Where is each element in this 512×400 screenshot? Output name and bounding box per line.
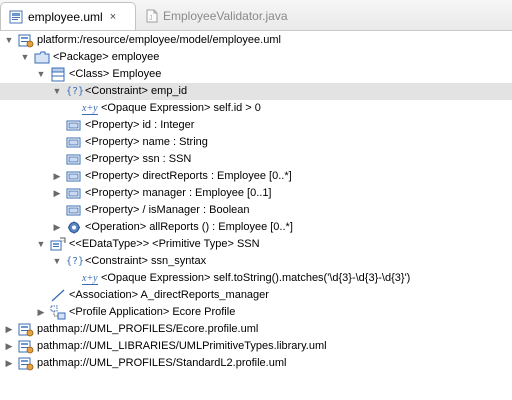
java-file-icon: J — [146, 9, 158, 23]
tree-item-label: <Property> ssn : SSN — [85, 153, 192, 165]
tree-item[interactable]: ▶ pathmap://UML_LIBRARIES/UMLPrimitiveTy… — [0, 338, 512, 355]
expand-arrow-icon[interactable]: ▼ — [20, 51, 30, 64]
tree-item-label: pathmap://UML_LIBRARIES/UMLPrimitiveType… — [37, 340, 327, 352]
tree-item[interactable]: ▼ {?} <Constraint> ssn_syntax — [0, 253, 512, 270]
tree-item-label: <Constraint> emp_id — [85, 85, 188, 97]
tree-item[interactable]: ▶ <Property> directReports : Employee [0… — [0, 168, 512, 185]
tree-item-label: pathmap://UML_PROFILES/StandardL2.profil… — [37, 357, 287, 369]
resource-icon — [18, 33, 34, 48]
close-tab-icon[interactable]: × — [110, 11, 116, 23]
profile-application-icon — [50, 305, 66, 320]
tree-item-label: <Property> name : String — [85, 136, 208, 148]
tree-item-label: <Class> Employee — [69, 68, 162, 80]
tree-item[interactable]: ▶ <Property> manager : Employee [0..1] — [0, 185, 512, 202]
tree-item-label: <Opaque Expression> self.toString().matc… — [101, 272, 411, 284]
tree-item-label: <Association> A_directReports_manager — [69, 289, 269, 301]
primitive-type-icon: << — [50, 237, 66, 252]
tree-item[interactable]: ▶ pathmap://UML_PROFILES/Ecore.profile.u… — [0, 321, 512, 338]
tree-item-label: <Property> / isManager : Boolean — [85, 204, 250, 216]
tab-label: employee.uml — [28, 9, 103, 24]
tree-item[interactable]: ▶ pathmap://UML_PROFILES/StandardL2.prof… — [0, 355, 512, 372]
tree-item-label: platform:/resource/employee/model/employ… — [37, 34, 281, 46]
tree-item[interactable]: <Property> ssn : SSN — [0, 151, 512, 168]
expand-arrow-icon[interactable]: ▼ — [52, 85, 62, 98]
tree-item[interactable]: ▼ platform:/resource/employee/model/empl… — [0, 32, 512, 49]
collapse-arrow-icon[interactable]: ▶ — [52, 170, 62, 183]
tree-item-label: <Property> id : Integer — [85, 119, 195, 131]
operation-icon — [66, 220, 82, 235]
tree-item-label: pathmap://UML_PROFILES/Ecore.profile.uml — [37, 323, 259, 335]
property-icon — [66, 203, 82, 218]
tree-item-label: <Profile Application> Ecore Profile — [69, 306, 236, 318]
property-icon — [66, 135, 82, 150]
tree-item[interactable]: <Association> A_directReports_manager — [0, 287, 512, 304]
tree-item[interactable]: <Property> name : String — [0, 134, 512, 151]
constraint-icon: {?} — [66, 86, 85, 97]
expand-arrow-icon[interactable]: ▼ — [36, 68, 46, 81]
property-icon — [66, 169, 82, 184]
property-icon — [66, 152, 82, 167]
collapse-arrow-icon[interactable]: ▶ — [4, 340, 14, 353]
tree-item[interactable]: <Property> id : Integer — [0, 117, 512, 134]
expand-arrow-icon[interactable]: ▼ — [36, 238, 46, 251]
collapse-arrow-icon[interactable]: ▶ — [4, 357, 14, 370]
tree-item-label: <Property> directReports : Employee [0..… — [85, 170, 292, 182]
resource-icon — [18, 356, 34, 371]
svg-text:J: J — [149, 15, 153, 22]
opaque-expression-icon: x+y — [82, 273, 98, 285]
collapse-arrow-icon[interactable]: ▶ — [52, 221, 62, 234]
tree-item[interactable]: x+y <Opaque Expression> self.toString().m… — [0, 270, 512, 287]
tree-item-label: <Property> manager : Employee [0..1] — [85, 187, 272, 199]
resource-icon — [18, 322, 34, 337]
package-icon — [34, 50, 50, 65]
collapse-arrow-icon[interactable]: ▶ — [52, 187, 62, 200]
tab-employee-uml[interactable]: employee.uml × — [0, 2, 136, 30]
property-icon — [66, 186, 82, 201]
tree-item[interactable]: ▶ <Profile Application> Ecore Profile — [0, 304, 512, 321]
tree-item-label: <Package> employee — [53, 51, 160, 63]
tree-item-label: <Opaque Expression> self.id > 0 — [101, 102, 261, 114]
svg-text:<<: << — [61, 238, 66, 243]
constraint-icon: {?} — [66, 256, 85, 267]
tree-item[interactable]: ▼ <Class> Employee — [0, 66, 512, 83]
collapse-arrow-icon[interactable]: ▶ — [36, 306, 46, 319]
tab-label: EmployeeValidator.java — [163, 9, 288, 23]
tree-item[interactable]: ▶ <Operation> allReports () : Employee [… — [0, 219, 512, 236]
tree-item-label: <Constraint> ssn_syntax — [85, 255, 207, 267]
tree-item[interactable]: x+y <Opaque Expression> self.id > 0 — [0, 100, 512, 117]
tree-item[interactable]: <Property> / isManager : Boolean — [0, 202, 512, 219]
collapse-arrow-icon[interactable]: ▶ — [4, 323, 14, 336]
tree-item-label: <Operation> allReports () : Employee [0.… — [85, 221, 293, 233]
class-icon — [50, 67, 66, 82]
tree-item[interactable]: ▼ <Package> employee — [0, 49, 512, 66]
editor-tab-bar: employee.uml × J EmployeeValidator.java — [0, 0, 512, 31]
association-icon — [50, 288, 66, 303]
uml-file-icon — [9, 10, 23, 24]
resource-icon — [18, 339, 34, 354]
tree-item-label: <<EDataType>> <Primitive Type> SSN — [69, 238, 260, 250]
opaque-expression-icon: x+y — [82, 103, 98, 115]
expand-arrow-icon[interactable]: ▼ — [52, 255, 62, 268]
tree-item[interactable]: ▼ << <<EDataType>> <Primitive Type> SSN — [0, 236, 512, 253]
property-icon — [66, 118, 82, 133]
tab-employee-validator-java[interactable]: J EmployeeValidator.java — [138, 3, 296, 29]
tree-item[interactable]: ▼ {?} <Constraint> emp_id — [0, 83, 512, 100]
expand-arrow-icon[interactable]: ▼ — [4, 34, 14, 47]
